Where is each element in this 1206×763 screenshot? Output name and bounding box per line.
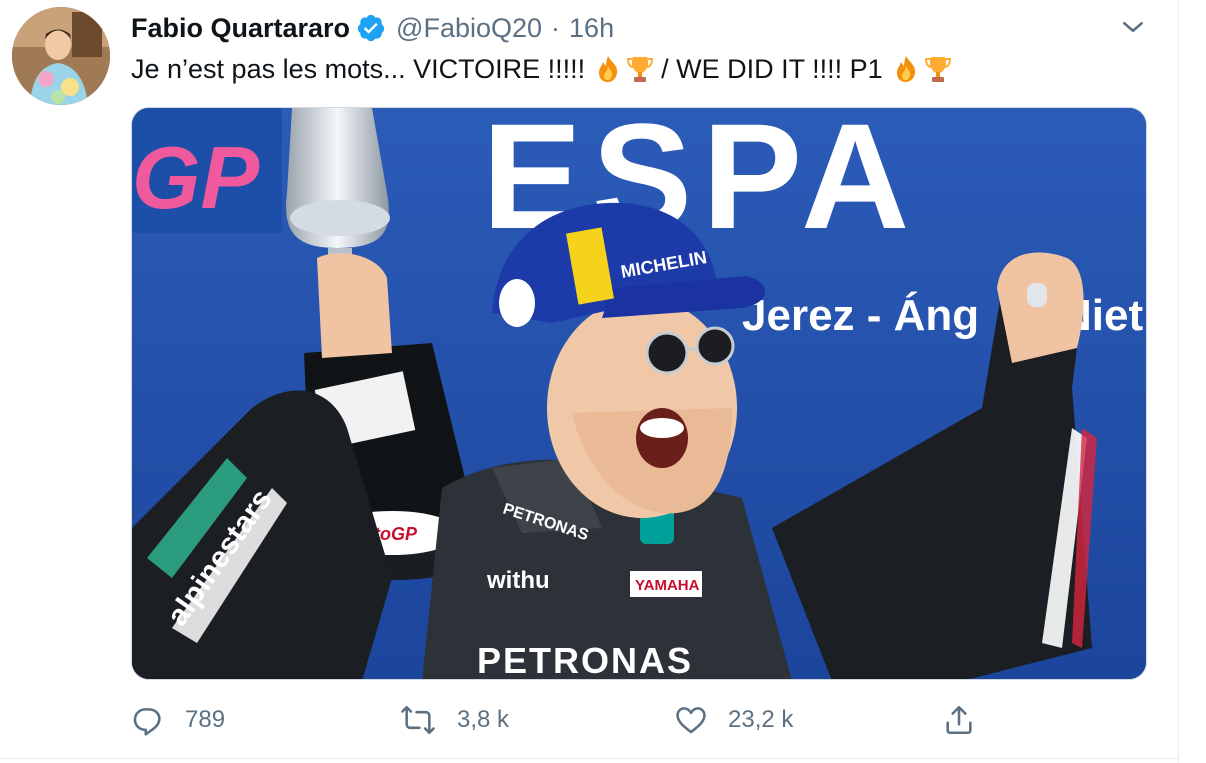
podium-celebration-photo: GP ESPA Jerez - Áng Niet motoGP alpinest… xyxy=(132,108,1146,680)
reply-count: 789 xyxy=(185,706,226,733)
chevron-down-icon[interactable] xyxy=(1118,12,1148,42)
profile-photo xyxy=(12,7,110,105)
share-button[interactable] xyxy=(942,698,976,742)
fire-icon xyxy=(599,56,618,82)
reply-icon xyxy=(133,708,161,736)
tweet-photo[interactable]: GP ESPA Jerez - Áng Niet motoGP alpinest… xyxy=(131,107,1147,680)
verified-badge-icon xyxy=(356,13,386,43)
like-count: 23,2 k xyxy=(728,706,794,733)
trophy-icon xyxy=(924,57,951,82)
tweet-text-part1: Je n’est pas les mots... VICTOIRE !!!!! xyxy=(131,54,586,84)
separator-dot: · xyxy=(551,12,561,43)
emoji-group xyxy=(593,54,657,84)
tweet-text: Je n’est pas les mots... VICTOIRE !!!!! … xyxy=(131,47,959,91)
tweet-divider xyxy=(0,758,1178,759)
suit-petronas-chest-text: PETRONAS xyxy=(477,640,693,680)
tweet-header: Fabio Quartararo @FabioQ20 · 16h xyxy=(131,8,614,48)
suit-withu-text: withu xyxy=(486,567,550,594)
retweet-button[interactable]: 3,8 k xyxy=(399,698,509,742)
background-jerez-text: Jerez - Áng xyxy=(742,290,979,340)
share-icon xyxy=(946,705,972,735)
retweet-icon xyxy=(401,705,435,735)
heart-icon xyxy=(676,707,706,734)
suit-yamaha-text: YAMAHA xyxy=(635,577,700,594)
tweet-timestamp[interactable]: 16h xyxy=(569,13,614,44)
background-logo-text: GP xyxy=(132,128,259,227)
author-name[interactable]: Fabio Quartararo xyxy=(131,13,350,44)
emoji-group-end xyxy=(891,54,955,84)
like-button[interactable]: 23,2 k xyxy=(674,698,793,742)
avatar[interactable] xyxy=(12,7,110,105)
tweet-text-part2: / WE DID IT !!!! P1 xyxy=(661,54,883,84)
tweet-actions: 789 3,8 k 23,2 k xyxy=(131,698,1131,742)
author-handle[interactable]: @FabioQ20 xyxy=(396,13,542,44)
column-divider xyxy=(1178,0,1179,763)
fire-icon xyxy=(896,56,915,82)
retweet-count: 3,8 k xyxy=(457,706,510,733)
reply-button[interactable]: 789 xyxy=(131,698,225,742)
tweet-page: Fabio Quartararo @FabioQ20 · 16h Je n’es… xyxy=(0,0,1206,763)
trophy-icon xyxy=(627,57,654,82)
